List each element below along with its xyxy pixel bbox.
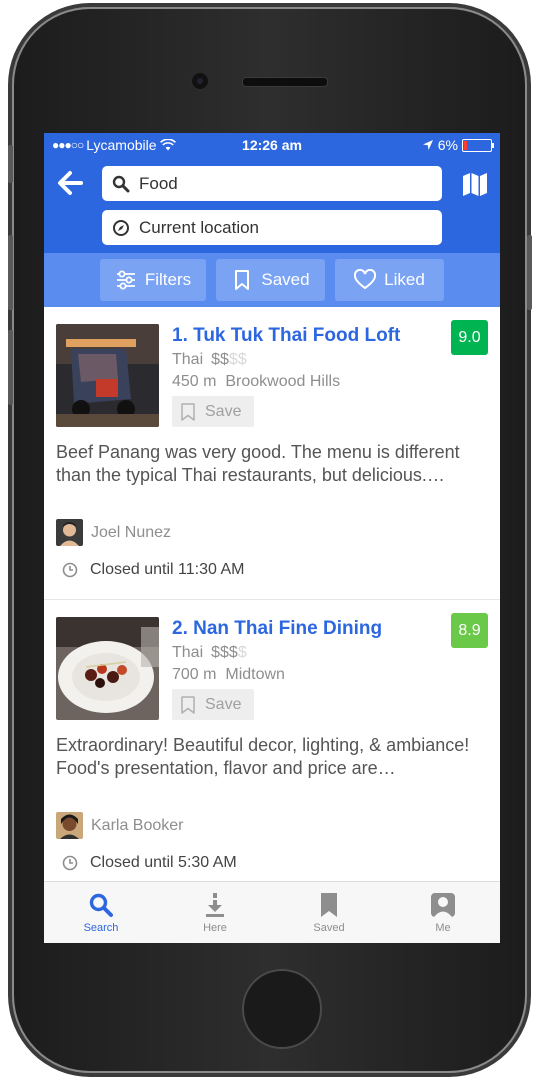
liked-label: Liked [384,270,425,289]
filter-bar: Filters Saved Liked [44,253,500,307]
neighborhood: Midtown [225,666,285,683]
distance-value: 450 m [172,373,217,390]
app-screen: ●●●○○ Lycamobile 12:26 am 6% Food Curren… [44,133,500,943]
venue-hours: Closed until 11:30 AM [62,561,244,579]
search-icon [89,893,113,917]
download-arrow-icon [206,892,224,917]
tab-search[interactable]: Search [44,882,158,943]
score-badge: 8.9 [451,613,488,648]
bookmark-icon [321,892,337,917]
clock: 12:26 am [242,137,302,153]
liked-filter-button[interactable]: Liked [335,259,444,301]
tab-me[interactable]: Me [386,882,500,943]
filters-label: Filters [144,270,192,289]
bookmark-outline-icon [235,270,250,290]
venue-card[interactable]: 2. Nan Thai Fine Dining 8.9 Thai $$$$ 700… [44,600,500,882]
tab-label: Saved [313,921,345,934]
saved-filter-button[interactable]: Saved [216,259,325,301]
tab-bar: Search Here Saved Me [44,881,500,943]
venue-title[interactable]: 1. Tuk Tuk Thai Food Loft [172,325,400,347]
review-text: Extraordinary! Beautiful decor, lighting… [56,735,470,778]
tab-label: Me [435,921,451,934]
avatar [56,812,83,839]
bookmark-outline-icon [181,402,195,421]
saved-label: Saved [261,270,310,289]
heart-outline-icon [354,269,377,290]
location-input[interactable]: Current location [102,210,442,245]
sliders-icon [116,270,135,290]
volume-up-button [8,235,13,310]
venue-hours: Closed until 5:30 AM [62,854,237,872]
venue-distance: 450 m Brookwood Hills [172,373,340,391]
tab-saved[interactable]: Saved [272,882,386,943]
venue-category: Thai [172,351,204,368]
filters-button[interactable]: Filters [100,259,206,301]
search-icon [112,175,130,192]
save-button[interactable]: Save [172,396,254,427]
results-list: 1. Tuk Tuk Thai Food Loft 9.0 Thai $$$$ 4… [44,307,500,882]
venue-category-price: Thai $$$$ [172,351,247,369]
venue-title[interactable]: 2. Nan Thai Fine Dining [172,618,382,640]
reviewer-name: Joel Nunez [91,523,172,541]
earpiece-speaker [242,77,328,87]
save-button[interactable]: Save [172,689,254,720]
mute-switch [8,145,13,183]
tab-label: Here [203,921,227,934]
hours-text: Closed until 11:30 AM [90,561,245,578]
hours-text: Closed until 5:30 AM [90,854,237,871]
venue-distance: 700 m Midtown [172,666,285,684]
bookmark-outline-icon [181,695,195,714]
home-button[interactable] [242,969,322,1049]
reviewer[interactable]: Karla Booker [56,812,184,839]
search-query: Food [139,173,178,193]
venue-photo [56,617,159,720]
reviewer-name: Karla Booker [91,816,184,834]
clock-icon [62,855,78,871]
save-label: Save [205,402,242,420]
venue-category-price: Thai $$$$ [172,644,247,662]
neighborhood: Brookwood Hills [225,373,341,390]
map-icon[interactable] [462,171,488,197]
avatar [56,519,83,546]
save-label: Save [205,695,242,713]
venue-price: $$$ [211,644,238,661]
location-value: Current location [139,217,260,237]
distance-value: 700 m [172,666,217,683]
search-input[interactable]: Food [102,166,442,201]
venue-price: $$ [211,351,229,368]
review-text: Beef Panang was very good. The menu is d… [56,442,460,485]
venue-price-remaining: $$ [228,351,247,368]
venue-photo [56,324,159,427]
header: ●●●○○ Lycamobile 12:26 am 6% Food Curren… [44,133,500,253]
venue-price-remaining: $ [237,644,247,661]
volume-down-button [8,330,13,405]
compass-icon [113,219,129,236]
reviewer[interactable]: Joel Nunez [56,519,171,546]
tab-here[interactable]: Here [158,882,272,943]
clock-icon [62,562,78,578]
venue-category: Thai [172,644,204,661]
score-badge: 9.0 [451,320,488,355]
back-arrow-icon[interactable] [56,169,84,197]
front-camera [192,73,208,89]
status-bar: ●●●○○ Lycamobile 12:26 am 6% [44,133,500,157]
battery-icon [462,138,494,152]
venue-card[interactable]: 1. Tuk Tuk Thai Food Loft 9.0 Thai $$$$ 4… [44,307,500,600]
tab-label: Search [83,921,119,934]
profile-icon [431,892,455,917]
power-button [527,235,532,310]
